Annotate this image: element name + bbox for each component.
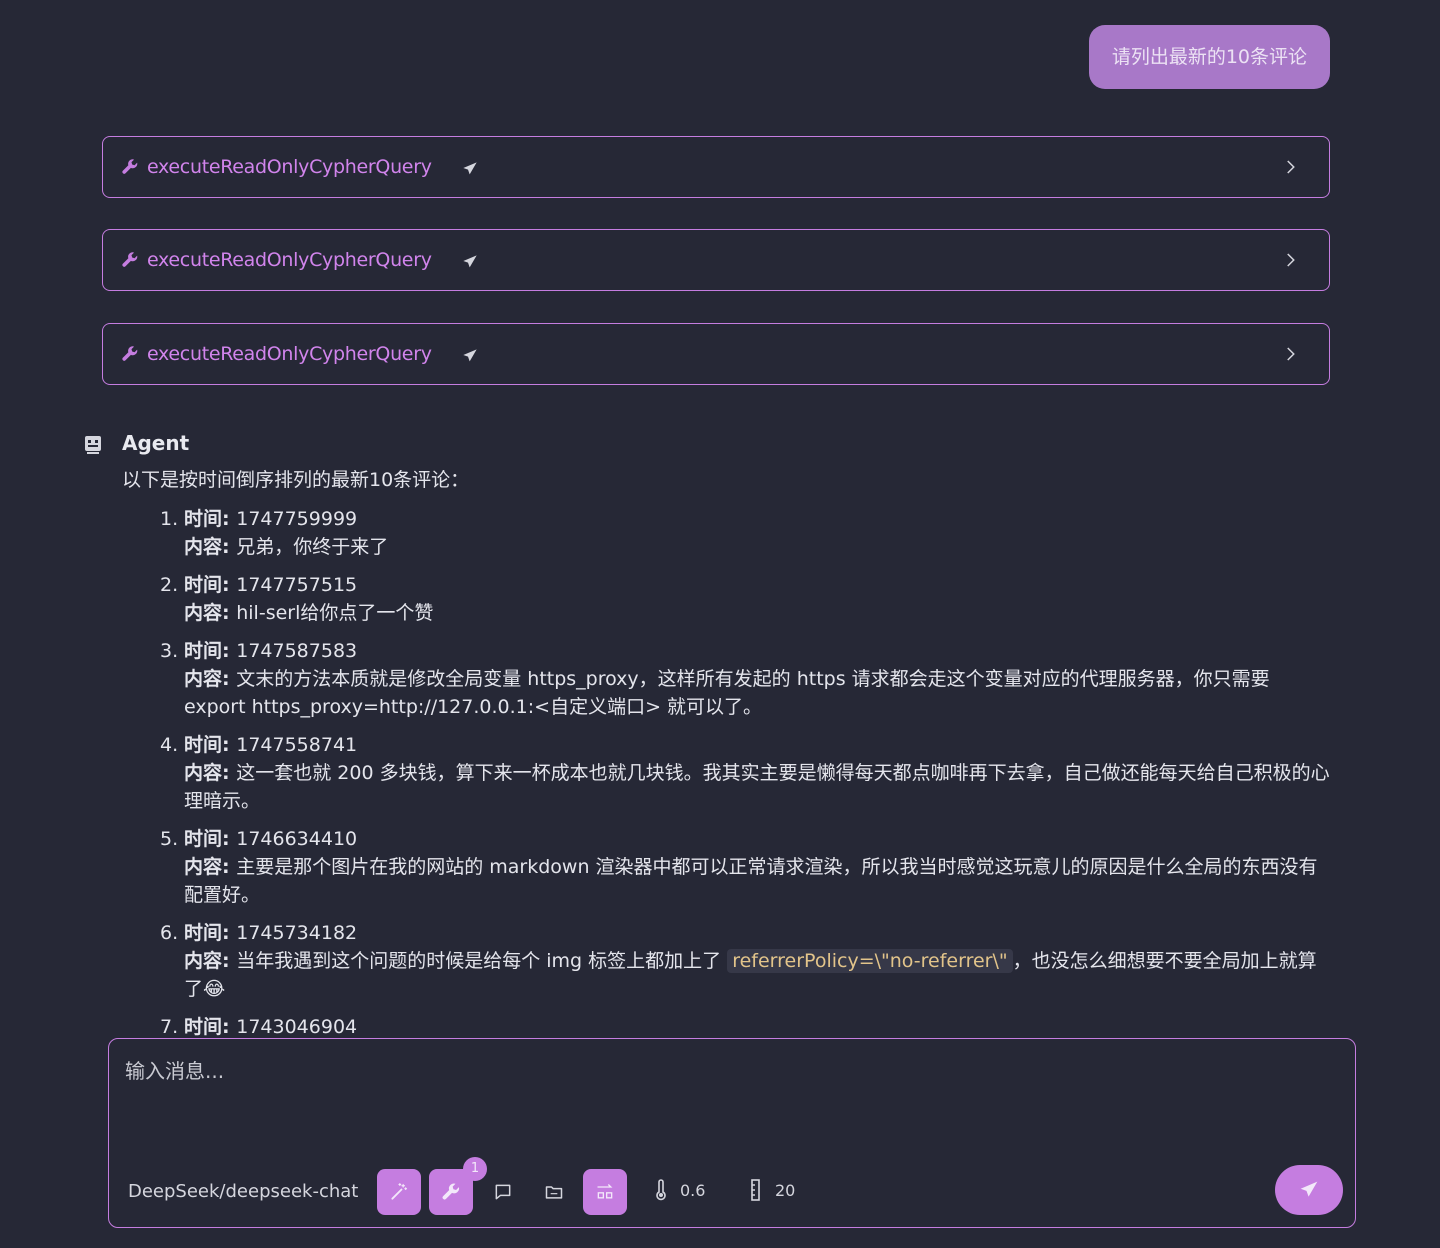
time-label: 时间 xyxy=(184,574,223,596)
comment-time: 1743046904 xyxy=(236,1016,358,1038)
paper-plane-icon xyxy=(462,162,477,175)
time-label: 时间 xyxy=(184,922,223,944)
max-tokens-value: 20 xyxy=(775,1180,796,1200)
paper-plane-icon xyxy=(462,349,477,362)
time-label: 时间 xyxy=(184,1016,223,1038)
comment-time: 1747558741 xyxy=(236,734,358,756)
layout-switch-button[interactable] xyxy=(583,1169,627,1215)
time-label: 时间 xyxy=(184,640,223,662)
message-input[interactable] xyxy=(125,1055,1335,1145)
list-item: 6. 时间: 1745734182 内容: 当年我遇到这个问题的时候是给每个 i… xyxy=(160,919,1330,1003)
paper-plane-icon xyxy=(462,255,477,268)
agent-name: Agent xyxy=(122,431,190,455)
model-selector[interactable]: DeepSeek/deepseek-chat xyxy=(128,1181,358,1202)
content-label: 内容 xyxy=(184,950,223,972)
list-item: 1. 时间: 1747759999 内容: 兄弟，你终于来了 xyxy=(160,505,1330,561)
max-tokens-setting[interactable]: 20 xyxy=(747,1179,795,1201)
temperature-value: 0.6 xyxy=(680,1180,706,1200)
wrench-icon xyxy=(122,252,138,267)
chat-button[interactable] xyxy=(481,1169,525,1215)
chevron-right-icon[interactable] xyxy=(1281,158,1299,176)
tool-call-name: executeReadOnlyCypherQuery xyxy=(147,156,432,178)
temperature-setting[interactable]: 0.6 xyxy=(652,1179,705,1201)
list-number: 6. xyxy=(160,922,179,944)
comment-content: hil-serl给你点了一个赞 xyxy=(236,602,434,624)
list-item: 5. 时间: 1746634410 内容: 主要是那个图片在我的网站的 mark… xyxy=(160,825,1330,909)
inline-code: referrerPolicy=\"no-referrer\" xyxy=(727,949,1013,973)
thermometer-icon xyxy=(656,1179,666,1201)
list-number: 2. xyxy=(160,574,179,596)
switch-layout-icon xyxy=(597,1184,613,1199)
list-number: 5. xyxy=(160,828,179,850)
list-number: 1. xyxy=(160,508,179,530)
content-label: 内容 xyxy=(184,602,223,624)
tool-call-name: executeReadOnlyCypherQuery xyxy=(147,343,432,365)
comment-time: 1746634410 xyxy=(236,828,358,850)
chevron-right-icon[interactable] xyxy=(1281,251,1299,269)
time-label: 时间 xyxy=(184,828,223,850)
list-number: 3. xyxy=(160,640,179,662)
list-item: 7. 时间: 1743046904 xyxy=(160,1013,1330,1038)
comment-list: 1. 时间: 1747759999 内容: 兄弟，你终于来了 2. 时间: 17… xyxy=(160,505,1330,1038)
comment-content: 当年我遇到这个问题的时候是给每个 img 标签上都加上了 xyxy=(236,950,728,972)
list-item: 3. 时间: 1747587583 内容: 文末的方法本质就是修改全局变量 ht… xyxy=(160,637,1330,721)
magic-wand-icon xyxy=(391,1183,408,1200)
chat-window: 请列出最新的10条评论 executeReadOnlyCypherQuery e… xyxy=(0,0,1440,1248)
chevron-right-icon[interactable] xyxy=(1281,345,1299,363)
send-button[interactable] xyxy=(1275,1165,1343,1215)
wrench-icon xyxy=(122,159,138,174)
user-message-bubble: 请列出最新的10条评论 xyxy=(1088,25,1330,89)
chat-bubble-icon xyxy=(495,1184,511,1200)
tool-call-card[interactable]: executeReadOnlyCypherQuery xyxy=(102,229,1330,291)
list-number: 7. xyxy=(160,1016,179,1038)
time-label: 时间 xyxy=(184,508,223,530)
comment-time: 1745734182 xyxy=(236,922,358,944)
comment-content: 文末的方法本质就是修改全局变量 https_proxy，这样所有发起的 http… xyxy=(184,668,1270,718)
message-composer: DeepSeek/deepseek-chat 1 0.6 20 xyxy=(108,1038,1356,1228)
wrench-icon xyxy=(122,346,138,361)
comment-content: 兄弟，你终于来了 xyxy=(236,536,389,558)
list-item: 2. 时间: 1747757515 内容: hil-serl给你点了一个赞 xyxy=(160,571,1330,627)
comment-content: 主要是那个图片在我的网站的 markdown 渲染器中都可以正常请求渲染，所以我… xyxy=(184,856,1318,906)
comment-time: 1747757515 xyxy=(236,574,358,596)
ruler-icon xyxy=(751,1179,760,1201)
list-number: 4. xyxy=(160,734,179,756)
tool-call-name: executeReadOnlyCypherQuery xyxy=(147,249,432,271)
prompt-wand-button[interactable] xyxy=(377,1169,421,1215)
content-label: 内容 xyxy=(184,536,223,558)
comment-time: 1747759999 xyxy=(236,508,358,530)
comment-content: 这一套也就 200 多块钱，算下来一杯成本也就几块钱。我其实主要是懒得每天都点咖… xyxy=(184,762,1330,812)
comment-time: 1747587583 xyxy=(236,640,358,662)
content-label: 内容 xyxy=(184,856,223,878)
folder-button[interactable] xyxy=(532,1169,576,1215)
folder-icon xyxy=(545,1186,563,1199)
robot-icon xyxy=(85,436,101,454)
list-item: 4. 时间: 1747558741 内容: 这一套也就 200 多块钱，算下来一… xyxy=(160,731,1330,815)
agent-message: 以下是按时间倒序排列的最新10条评论： 1. 时间: 1747759999 内容… xyxy=(0,466,1440,1038)
wrench-icon xyxy=(442,1183,460,1200)
paper-plane-icon xyxy=(1300,1181,1318,1197)
content-label: 内容 xyxy=(184,762,223,784)
content-label: 内容 xyxy=(184,668,223,690)
tool-call-card[interactable]: executeReadOnlyCypherQuery xyxy=(102,136,1330,198)
time-label: 时间 xyxy=(184,734,223,756)
tool-call-card[interactable]: executeReadOnlyCypherQuery xyxy=(102,323,1330,385)
agent-intro-text: 以下是按时间倒序排列的最新10条评论： xyxy=(122,469,470,491)
